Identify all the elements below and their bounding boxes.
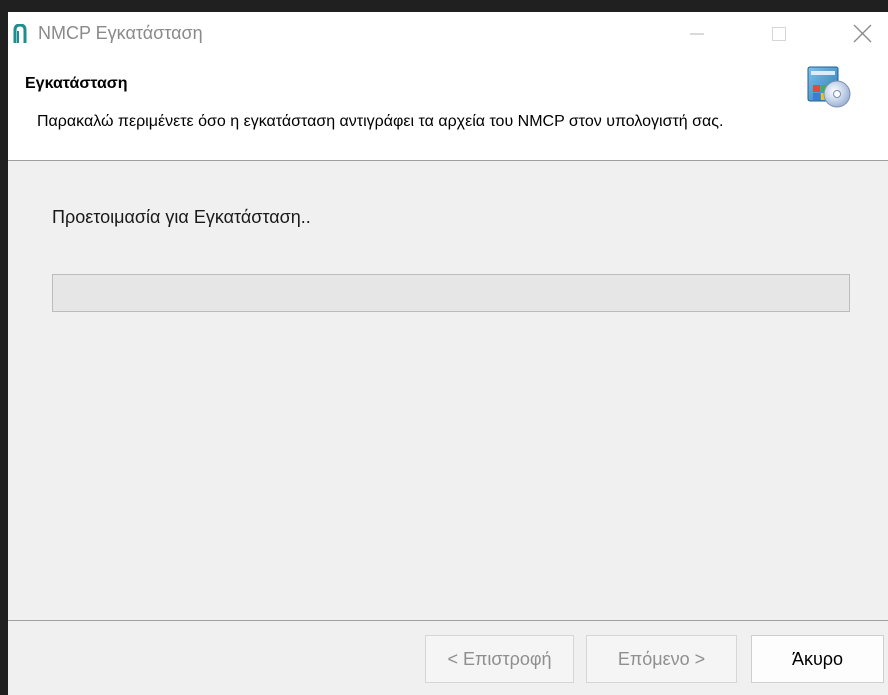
title-bar[interactable]: NMCP Εγκατάσταση [8,12,888,55]
app-logo-icon [13,23,27,44]
close-icon [853,24,872,43]
cancel-button[interactable]: Άκυρο [751,635,884,683]
page-description: Παρακαλώ περιμένετε όσο η εγκατάσταση αν… [37,113,724,130]
progress-bar [52,274,850,312]
back-button: < Επιστροφή [425,635,574,683]
close-button[interactable] [838,12,884,55]
page-title: Εγκατάσταση [25,75,128,92]
next-button: Επόμενο > [586,635,737,683]
window-title: NMCP Εγκατάσταση [38,23,203,43]
header-panel: Εγκατάσταση Παρακαλώ περιμένετε όσο η εγ… [8,55,888,161]
minimize-button[interactable] [673,12,719,55]
footer-divider [8,620,888,621]
status-text: Προετοιμασία για Εγκατάσταση.. [52,207,311,227]
maximize-icon [772,27,786,41]
installer-window: NMCP Εγκατάσταση Εγκατάσταση Παρακαλώ πε… [8,12,888,695]
installer-cd-icon [805,61,853,109]
maximize-button [755,12,801,55]
minimize-icon [690,33,704,35]
